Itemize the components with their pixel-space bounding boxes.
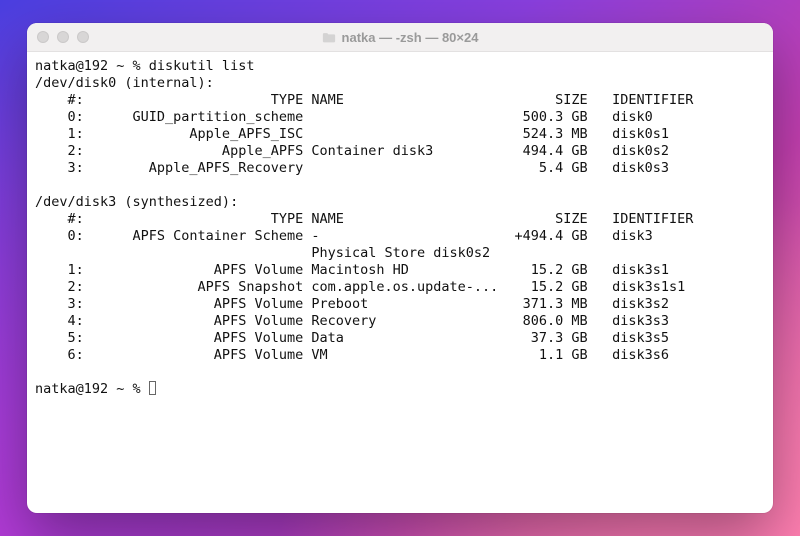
cursor [149, 381, 156, 395]
desktop-background: natka — -zsh — 80×24 natka@192 ~ % disku… [0, 0, 800, 536]
window-titlebar[interactable]: natka — -zsh — 80×24 [27, 23, 773, 52]
window-title: natka — -zsh — 80×24 [27, 30, 773, 45]
terminal-output[interactable]: natka@192 ~ % diskutil list /dev/disk0 (… [27, 52, 773, 513]
terminal-window: natka — -zsh — 80×24 natka@192 ~ % disku… [27, 23, 773, 513]
zoom-icon[interactable] [77, 31, 89, 43]
traffic-lights [37, 31, 89, 43]
folder-icon [322, 31, 336, 44]
window-title-text: natka — -zsh — 80×24 [342, 30, 479, 45]
minimize-icon[interactable] [57, 31, 69, 43]
close-icon[interactable] [37, 31, 49, 43]
